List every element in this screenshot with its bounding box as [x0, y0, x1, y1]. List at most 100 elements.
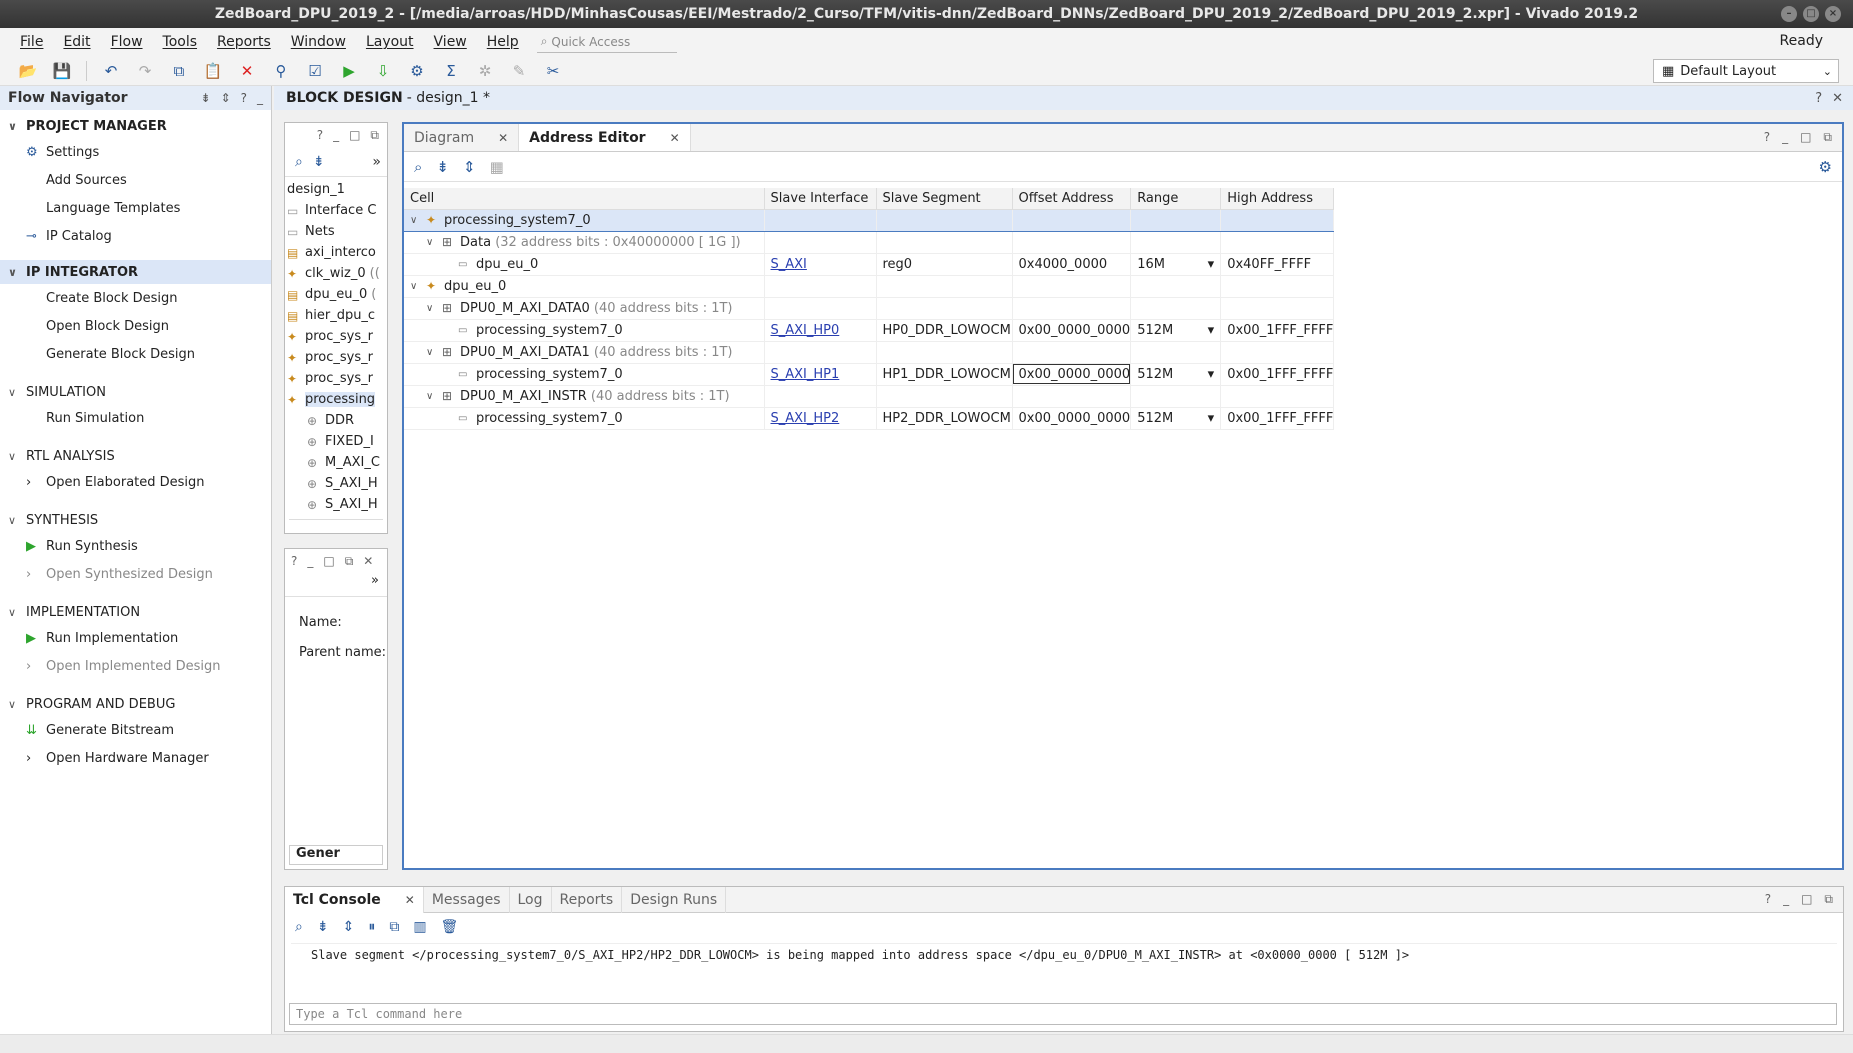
offset-address[interactable]: 0x00_0000_0000: [1012, 407, 1132, 430]
tab-log[interactable]: Log: [510, 886, 552, 913]
col-slave-segment[interactable]: Slave Segment: [876, 188, 1013, 210]
find-icon[interactable]: ⚲: [267, 59, 295, 83]
section-rtl-analysis[interactable]: ∨ RTL ANALYSIS: [0, 444, 271, 468]
menu-help[interactable]: Help: [477, 34, 529, 50]
minimize-icon[interactable]: _: [1783, 892, 1789, 907]
tab-reports[interactable]: Reports: [552, 886, 623, 913]
layout-select[interactable]: ▦ Default Layout ⌄: [1653, 59, 1839, 83]
col-slave-interface[interactable]: Slave Interface: [764, 188, 877, 210]
cut-icon[interactable]: ✂: [539, 59, 567, 83]
chevron-down-icon[interactable]: ∨: [426, 237, 442, 248]
slave-interface-link[interactable]: S_AXI_HP0: [771, 323, 840, 338]
close-icon[interactable]: ✕: [670, 131, 680, 145]
trash-icon[interactable]: 🗑: [441, 919, 459, 935]
run-icon[interactable]: ▶: [335, 59, 363, 83]
collapse-all-icon[interactable]: ⇟: [313, 154, 325, 170]
restore-icon[interactable]: □: [323, 554, 334, 568]
tree-item[interactable]: ⊕ FIXED_I: [287, 431, 387, 452]
table-row[interactable]: ∨ ⊞ Data (32 address bits : 0x40000000 [ 1…: [404, 231, 1335, 254]
offset-address[interactable]: 0x00_0000_0000: [1012, 319, 1132, 342]
help-icon[interactable]: ?: [291, 554, 297, 568]
chevron-down-icon[interactable]: ∨: [426, 303, 442, 314]
slave-interface-link[interactable]: S_AXI_HP2: [771, 411, 840, 426]
horizontal-scrollbar[interactable]: [289, 519, 383, 527]
col-high-address[interactable]: High Address: [1220, 188, 1335, 210]
table-row[interactable]: ∨ ⊞ DPU0_M_AXI_INSTR (40 address bits : 1T…: [404, 385, 1335, 408]
search-icon[interactable]: ⌕: [295, 919, 303, 935]
tree-item[interactable]: ⊕ S_AXI_H: [287, 473, 387, 494]
search-icon[interactable]: ⌕: [414, 158, 422, 176]
search-icon[interactable]: ⌕: [295, 154, 303, 170]
tree-item[interactable]: ✦ clk_wiz_0((: [287, 263, 387, 284]
save-icon[interactable]: 💾: [48, 59, 76, 83]
download-icon[interactable]: ⇩: [369, 59, 397, 83]
auto-assign-icon[interactable]: ▦: [490, 158, 504, 176]
close-icon[interactable]: ✕: [363, 554, 373, 568]
section-ip-integrator[interactable]: ∨ IP INTEGRATOR: [0, 260, 271, 284]
expand-all-icon[interactable]: ⇕: [221, 91, 231, 105]
slave-interface-link[interactable]: S_AXI: [771, 257, 807, 272]
menu-edit[interactable]: Edit: [53, 34, 100, 50]
float-icon[interactable]: ⧉: [370, 128, 379, 143]
nav-add-sources[interactable]: Add Sources: [0, 166, 271, 194]
help-icon[interactable]: ?: [1765, 892, 1771, 907]
float-icon[interactable]: ⧉: [1824, 892, 1833, 907]
minimize-icon[interactable]: _: [1782, 130, 1788, 145]
nav-open-implemented-design[interactable]: › Open Implemented Design: [0, 652, 271, 680]
nav-open-elaborated-design[interactable]: › Open Elaborated Design: [0, 468, 271, 496]
slave-interface-link[interactable]: S_AXI_HP1: [771, 367, 840, 382]
validate-icon[interactable]: ☑: [301, 59, 329, 83]
expand-all-icon[interactable]: ⇕: [343, 919, 355, 935]
more-icon[interactable]: »: [372, 154, 381, 170]
menu-file[interactable]: File: [10, 34, 53, 50]
tcl-command-input[interactable]: Type a Tcl command here: [289, 1003, 1837, 1025]
pause-icon[interactable]: ⏸: [368, 919, 375, 935]
collapse-all-icon[interactable]: ⇟: [201, 91, 211, 105]
range-select[interactable]: 512M ▾: [1130, 363, 1222, 386]
close-icon[interactable]: ✕: [1832, 91, 1843, 106]
tab-tcl-console[interactable]: Tcl Console ✕: [285, 886, 424, 913]
properties-tab[interactable]: Gener: [289, 845, 383, 865]
table-row[interactable]: ∨ ✦ processing_system7_0: [404, 208, 1335, 232]
chevron-down-icon[interactable]: ∨: [426, 391, 442, 402]
close-icon[interactable]: ✕: [498, 131, 508, 145]
section-synthesis[interactable]: ∨ SYNTHESIS: [0, 508, 271, 532]
help-icon[interactable]: ?: [1815, 91, 1822, 106]
section-program-and-debug[interactable]: ∨ PROGRAM AND DEBUG: [0, 692, 271, 716]
quick-access-search[interactable]: ⌕ Quick Access: [536, 31, 677, 53]
tab-address-editor[interactable]: Address Editor ✕: [519, 124, 691, 151]
expand-all-icon[interactable]: ⇕: [463, 158, 476, 176]
section-simulation[interactable]: ∨ SIMULATION: [0, 380, 271, 404]
nav-language-templates[interactable]: Language Templates: [0, 194, 271, 222]
nav-create-block-design[interactable]: Create Block Design: [0, 284, 271, 312]
restore-icon[interactable]: □: [1800, 130, 1811, 145]
minimize-icon[interactable]: _: [307, 554, 313, 568]
table-row[interactable]: ▭ processing_system7_0 S_AXI_HP1 HP1_DDR_…: [404, 363, 1335, 386]
copy-icon[interactable]: ⧉: [165, 59, 193, 83]
menu-window[interactable]: Window: [281, 34, 356, 50]
menu-reports[interactable]: Reports: [207, 34, 281, 50]
tab-design-runs[interactable]: Design Runs: [622, 886, 727, 913]
restore-icon[interactable]: □: [349, 128, 360, 142]
gear-icon[interactable]: ⚙: [1819, 158, 1832, 176]
nav-generate-block-design[interactable]: Generate Block Design: [0, 340, 271, 368]
tree-item[interactable]: ✦ proc_sys_r: [287, 347, 387, 368]
copy-icon[interactable]: ⧉: [389, 919, 399, 935]
debug-icon[interactable]: ✲: [471, 59, 499, 83]
menu-tools[interactable]: Tools: [153, 34, 208, 50]
settings-icon[interactable]: ⚙: [403, 59, 431, 83]
tree-root[interactable]: design_1: [287, 179, 387, 200]
tab-diagram[interactable]: Diagram ✕: [404, 124, 520, 151]
minimize-button[interactable]: –: [1781, 6, 1797, 22]
help-icon[interactable]: ?: [317, 128, 323, 142]
range-select[interactable]: 16M ▾: [1130, 253, 1222, 276]
nav-settings[interactable]: ⚙ Settings: [0, 138, 271, 166]
columns-icon[interactable]: ▥: [413, 919, 426, 935]
col-cell[interactable]: Cell: [404, 188, 765, 210]
minimize-icon[interactable]: _: [333, 128, 339, 142]
sigma-icon[interactable]: Σ: [437, 59, 465, 83]
table-row[interactable]: ▭ processing_system7_0 S_AXI_HP0 HP0_DDR_…: [404, 319, 1335, 342]
tree-item[interactable]: ⊕ S_AXI_H: [287, 494, 387, 515]
menu-layout[interactable]: Layout: [356, 34, 424, 50]
offset-address-focused[interactable]: 0x00_0000_0000: [1012, 363, 1132, 386]
